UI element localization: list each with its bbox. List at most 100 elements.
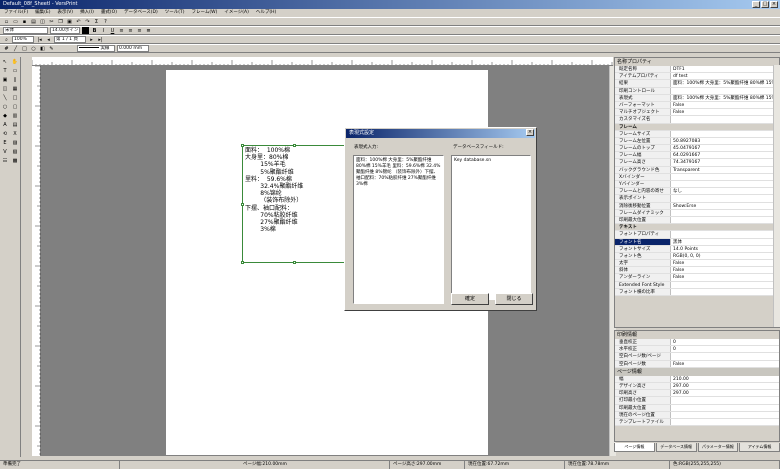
property-value[interactable] bbox=[671, 87, 779, 94]
property-value[interactable] bbox=[671, 216, 779, 224]
db-field-list[interactable]: Key database.sn bbox=[451, 155, 531, 300]
cut-icon[interactable]: ✂ bbox=[48, 18, 55, 25]
expression-input[interactable]: 面料：100%棉 大身里：5%聚酯纤维 80%棉 15%羊毛 里料：59.6%棉… bbox=[353, 155, 444, 304]
property-value[interactable]: 50.8927083 bbox=[671, 137, 779, 145]
line-tool-icon[interactable]: ╱ bbox=[12, 45, 19, 52]
frame-tool-icon[interactable]: ◫ bbox=[1, 85, 9, 93]
property-row[interactable]: 垂直校正 0 bbox=[615, 339, 779, 347]
prev-page-icon[interactable]: ◂ bbox=[45, 36, 52, 43]
menu-frame[interactable]: フレーム(W) bbox=[192, 9, 218, 17]
property-row[interactable]: フレーム高さ 74.3479167 bbox=[615, 159, 779, 167]
align-left-icon[interactable]: ≡ bbox=[118, 27, 125, 34]
property-row[interactable]: フレーム幅 64.0291667 bbox=[615, 152, 779, 160]
copy-icon[interactable]: ❐ bbox=[57, 18, 64, 25]
property-value[interactable] bbox=[671, 195, 779, 202]
property-row[interactable]: 印刷最大位置 bbox=[615, 404, 779, 412]
save-icon[interactable]: ▪ bbox=[21, 18, 28, 25]
zoom-combo[interactable]: 100% bbox=[12, 36, 34, 43]
property-row[interactable]: 現在のページ位置 bbox=[615, 411, 779, 419]
property-category[interactable]: テキスト bbox=[615, 224, 779, 232]
property-row[interactable]: アンダーライン False bbox=[615, 274, 779, 282]
menu-edit[interactable]: 編集(E) bbox=[35, 9, 50, 17]
property-row[interactable]: フレームと内容の寄せ なし bbox=[615, 188, 779, 196]
property-row[interactable]: Yバインダー bbox=[615, 181, 779, 189]
justify-icon[interactable]: ≣ bbox=[145, 27, 152, 34]
dialog-close-icon[interactable]: × bbox=[526, 129, 534, 136]
property-row[interactable]: 結果 面料：100%棉 大身里：5%聚酯纤维 80%棉 15% bbox=[615, 80, 779, 88]
property-value[interactable]: False bbox=[671, 260, 779, 267]
chart-tool-icon[interactable]: ▥ bbox=[11, 112, 19, 120]
hand-tool-icon[interactable]: ✋ bbox=[11, 58, 19, 66]
italic-icon[interactable]: I bbox=[100, 27, 107, 34]
menu-help[interactable]: ヘルプ(H) bbox=[256, 9, 276, 17]
property-value[interactable]: 黑体 bbox=[671, 238, 779, 245]
property-value[interactable] bbox=[671, 281, 779, 288]
property-value[interactable] bbox=[671, 231, 779, 238]
property-value[interactable]: 297.00 bbox=[671, 390, 779, 397]
property-row[interactable]: Extended Font Style bbox=[615, 281, 779, 289]
property-row[interactable]: 幅 210.00 bbox=[615, 375, 779, 383]
ocr-tool-icon[interactable]: ▤ bbox=[11, 121, 19, 129]
menu-insert[interactable]: 挿入(I) bbox=[80, 9, 94, 17]
property-value[interactable]: False bbox=[671, 360, 779, 367]
pen-icon[interactable]: ✎ bbox=[48, 45, 55, 52]
property-value[interactable] bbox=[671, 181, 779, 188]
property-value[interactable]: 0 bbox=[671, 346, 779, 353]
rectangle-icon[interactable]: □ bbox=[11, 94, 19, 102]
property-row[interactable]: アイテムプロパティ df test bbox=[615, 73, 779, 81]
ellipse-tool-icon[interactable]: ○ bbox=[30, 45, 37, 52]
property-value[interactable]: なし bbox=[671, 188, 779, 195]
property-row[interactable]: 斜体 False bbox=[615, 267, 779, 275]
property-value[interactable] bbox=[671, 404, 779, 411]
font-size-combo[interactable]: 14.00ポイント bbox=[50, 27, 80, 34]
property-row[interactable]: バーフォーマット False bbox=[615, 101, 779, 110]
close-window-button[interactable]: × bbox=[770, 1, 778, 8]
first-page-icon[interactable]: |◂ bbox=[36, 36, 43, 43]
paste-icon[interactable]: ▣ bbox=[66, 18, 73, 25]
layer-tool-icon[interactable]: ▧ bbox=[11, 148, 19, 156]
property-value[interactable]: 0 bbox=[671, 339, 779, 346]
property-row[interactable]: Xバインダー bbox=[615, 173, 779, 181]
menu-image[interactable]: イメージ(A) bbox=[224, 9, 249, 17]
zoom-icon[interactable]: ⌕ bbox=[3, 36, 10, 43]
property-row[interactable]: フォント名 黑体 bbox=[615, 238, 779, 246]
property-value[interactable]: Show:Erse bbox=[671, 202, 779, 209]
property-row[interactable]: 消除後移動位置 Show:Erse bbox=[615, 202, 779, 210]
validate-tool-icon[interactable]: V bbox=[1, 148, 9, 156]
round-rect-icon[interactable]: ▢ bbox=[11, 103, 19, 111]
property-value[interactable] bbox=[671, 173, 779, 180]
ok-button[interactable]: 確定 bbox=[451, 293, 489, 305]
preview-icon[interactable]: ◫ bbox=[39, 18, 46, 25]
tab-database-info[interactable]: データベース情報 bbox=[655, 443, 697, 452]
sum-icon[interactable]: Σ bbox=[93, 18, 100, 25]
text-tool-icon[interactable]: T bbox=[1, 67, 9, 75]
property-category[interactable]: フレーム bbox=[615, 123, 779, 131]
db-field-item[interactable]: Key database.sn bbox=[454, 158, 528, 164]
fill-icon[interactable]: ◧ bbox=[39, 45, 46, 52]
arrange-tool-icon[interactable]: ☷ bbox=[1, 157, 9, 165]
print-icon[interactable]: ▤ bbox=[30, 18, 37, 25]
maximize-button[interactable]: □ bbox=[761, 1, 769, 8]
menu-database[interactable]: データベース(D) bbox=[124, 9, 158, 17]
property-value[interactable] bbox=[671, 209, 779, 216]
grid-icon[interactable]: # bbox=[3, 45, 10, 52]
property-value[interactable]: DTF1 bbox=[671, 66, 779, 73]
property-value[interactable] bbox=[671, 397, 779, 404]
text-frame[interactable]: 面料： 100%棉 大身里：80%棉 15%羊毛 5%聚酯纤维 里料： 59.6… bbox=[241, 144, 347, 264]
variable-tool-icon[interactable]: X bbox=[11, 130, 19, 138]
next-page-icon[interactable]: ▸ bbox=[88, 36, 95, 43]
property-value[interactable]: 面料：100%棉 大身里：5%聚酯纤维 80%棉 15% bbox=[671, 80, 779, 87]
help-icon[interactable]: ? bbox=[102, 18, 109, 25]
new-file-icon[interactable]: ▫ bbox=[3, 18, 10, 25]
property-row[interactable]: 既定名称 DTF1 bbox=[615, 66, 779, 74]
property-row[interactable]: 印刷コントロール bbox=[615, 87, 779, 95]
font-name-combo[interactable]: 宋体 bbox=[3, 27, 48, 34]
underline-icon[interactable]: U bbox=[109, 27, 116, 34]
property-row[interactable]: デザイン高さ 297.00 bbox=[615, 382, 779, 391]
property-value[interactable]: Transparent bbox=[671, 166, 779, 173]
properties-scrollbar[interactable] bbox=[773, 65, 780, 327]
rotate-tool-icon[interactable]: ⟲ bbox=[1, 130, 9, 138]
resize-handle[interactable] bbox=[293, 261, 296, 264]
property-value[interactable]: 45.0479167 bbox=[671, 145, 779, 152]
menu-view[interactable]: 表示(V) bbox=[57, 9, 73, 17]
